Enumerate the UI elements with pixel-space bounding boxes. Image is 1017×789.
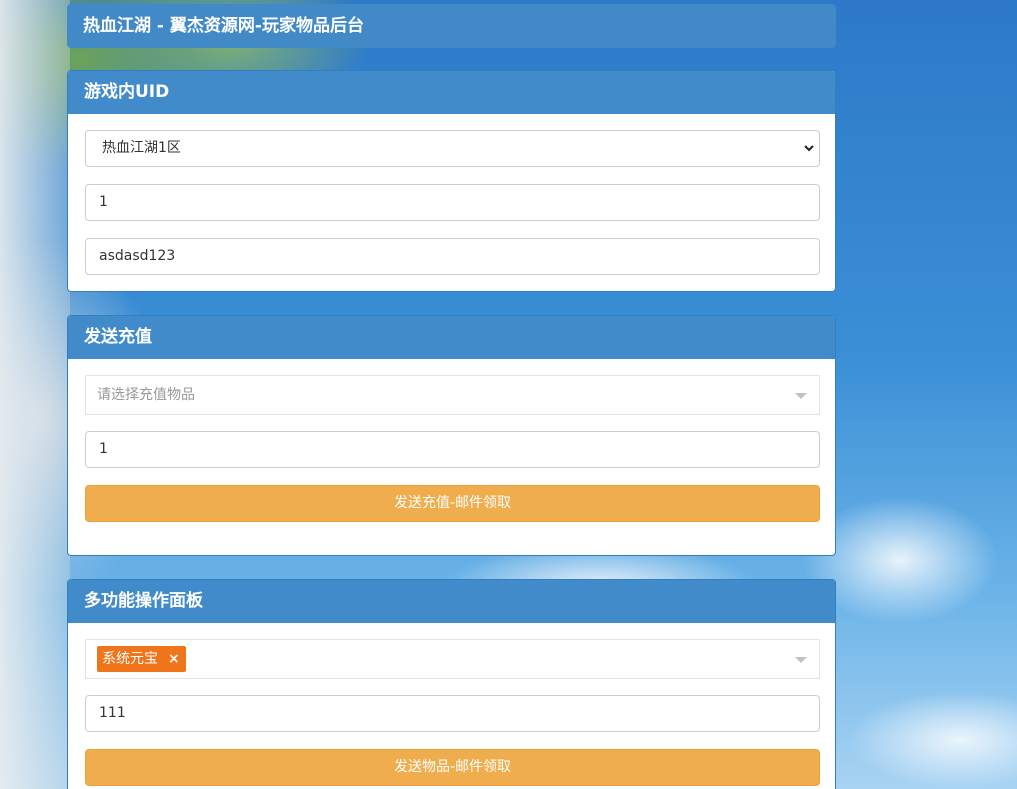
recharge-quantity-value: 1	[99, 441, 108, 457]
selected-item-tag-label: 系统元宝	[102, 651, 158, 667]
password-input-value: asdasd123	[99, 248, 176, 264]
multi-function-panel: 多功能操作面板 系统元宝 × 111 发送物品-邮件领取	[67, 579, 836, 789]
server-select[interactable]: 热血江湖1区	[85, 130, 820, 167]
page-title: 热血江湖 - 翼杰资源网-玩家物品后台	[67, 4, 836, 48]
multi-panel-title: 多功能操作面板	[68, 580, 835, 623]
item-quantity-input[interactable]: 111	[85, 695, 820, 732]
send-item-button[interactable]: 发送物品-邮件领取	[85, 749, 820, 786]
dropdown-triangle-icon	[795, 393, 807, 399]
background-decoration	[0, 0, 70, 789]
password-input[interactable]: asdasd123	[85, 238, 820, 275]
item-multi-select[interactable]: 系统元宝 ×	[85, 639, 820, 679]
dropdown-triangle-icon	[795, 657, 807, 663]
recharge-panel-body: 请选择充值物品 1 发送充值-邮件领取	[68, 359, 835, 555]
close-icon[interactable]: ×	[168, 651, 180, 667]
recharge-quantity-input[interactable]: 1	[85, 431, 820, 468]
uid-panel-title: 游戏内UID	[68, 71, 835, 114]
chevron-down-icon	[804, 145, 814, 152]
uid-panel: 游戏内UID 热血江湖1区 1 asdasd123	[67, 70, 836, 292]
main-container: 热血江湖 - 翼杰资源网-玩家物品后台 游戏内UID 热血江湖1区 1 asda…	[67, 4, 836, 789]
item-quantity-value: 111	[99, 705, 126, 721]
server-select-value: 热血江湖1区	[102, 140, 181, 156]
send-recharge-button[interactable]: 发送充值-邮件领取	[85, 485, 820, 522]
uid-input-value: 1	[99, 194, 108, 210]
recharge-panel: 发送充值 请选择充值物品 1 发送充值-邮件领取	[67, 315, 836, 556]
recharge-item-placeholder: 请选择充值物品	[97, 387, 195, 403]
multi-panel-body: 系统元宝 × 111 发送物品-邮件领取	[68, 623, 835, 789]
uid-panel-body: 热血江湖1区 1 asdasd123	[68, 114, 835, 291]
uid-input[interactable]: 1	[85, 184, 820, 221]
recharge-panel-title: 发送充值	[68, 316, 835, 359]
recharge-item-select[interactable]: 请选择充值物品	[85, 375, 820, 415]
selected-item-tag: 系统元宝 ×	[97, 646, 186, 672]
